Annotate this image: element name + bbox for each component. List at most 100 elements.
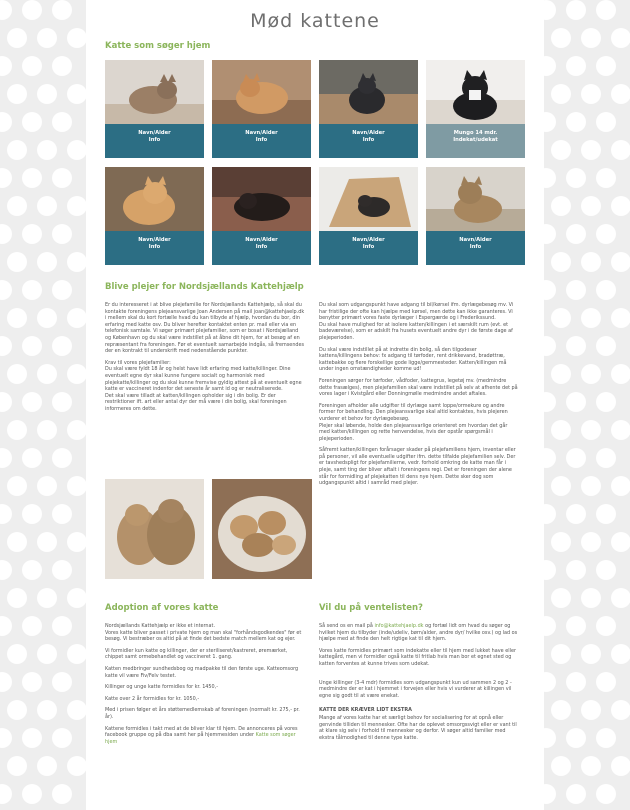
- background-pattern-shape: [551, 308, 571, 328]
- cat-card[interactable]: Navn/Alder Info: [212, 60, 311, 158]
- waitlist-column: Så send os en mail på info@kattehjaelp.d…: [319, 623, 519, 746]
- background-pattern-shape: [544, 56, 556, 76]
- left-background-pattern: [0, 0, 86, 810]
- background-pattern-shape: [7, 476, 27, 496]
- background-pattern-shape: [22, 0, 42, 20]
- background-pattern-shape: [566, 280, 586, 300]
- adoption-paragraph: Med i prisen følger et års støttemedlems…: [105, 707, 300, 720]
- background-pattern-shape: [611, 196, 630, 216]
- background-pattern-shape: [67, 756, 86, 776]
- background-pattern-shape: [0, 0, 12, 20]
- background-pattern-shape: [581, 140, 601, 160]
- background-pattern-shape: [52, 280, 72, 300]
- background-pattern-shape: [37, 28, 57, 48]
- background-pattern-shape: [52, 392, 72, 412]
- background-pattern-shape: [596, 112, 616, 132]
- background-pattern-shape: [566, 336, 586, 356]
- background-pattern-shape: [22, 672, 42, 692]
- background-pattern-shape: [67, 196, 86, 216]
- background-pattern-shape: [596, 56, 616, 76]
- cat-card[interactable]: Navn/Alder Info: [426, 167, 525, 265]
- background-pattern-shape: [22, 560, 42, 580]
- page-title: Mød kattene: [250, 10, 380, 32]
- background-pattern-shape: [0, 616, 12, 636]
- background-pattern-shape: [551, 28, 571, 48]
- cat-card[interactable]: Navn/Alder Info: [212, 167, 311, 265]
- background-pattern-shape: [566, 616, 586, 636]
- background-pattern-shape: [551, 532, 571, 552]
- background-pattern-shape: [581, 700, 601, 720]
- foster-paragraph: Foreningen afholder alle udgifter til dy…: [319, 402, 508, 442]
- background-pattern-shape: [611, 140, 630, 160]
- background-pattern-shape: [37, 364, 57, 384]
- background-pattern-shape: [596, 672, 616, 692]
- background-pattern-shape: [67, 28, 86, 48]
- background-pattern-shape: [596, 448, 616, 468]
- background-pattern-shape: [611, 700, 630, 720]
- background-pattern-shape: [0, 560, 12, 580]
- background-pattern-shape: [596, 616, 616, 636]
- email-link[interactable]: info@kattehjaelp.dk: [374, 623, 423, 629]
- background-pattern-shape: [566, 504, 586, 524]
- background-pattern-shape: [596, 280, 616, 300]
- background-pattern-shape: [611, 308, 630, 328]
- cat-name-age: Navn/Alder: [138, 130, 171, 136]
- cat-card[interactable]: Navn/Alder Info: [319, 60, 418, 158]
- section-title-cats: Katte som søger hjem: [105, 41, 211, 51]
- background-pattern-shape: [0, 56, 12, 76]
- cat-photo: [319, 167, 418, 231]
- background-pattern-shape: [581, 196, 601, 216]
- background-pattern-shape: [37, 420, 57, 440]
- background-pattern-shape: [551, 196, 571, 216]
- background-pattern-shape: [7, 308, 27, 328]
- cat-info: Info: [362, 137, 375, 143]
- background-pattern-shape: [7, 140, 27, 160]
- background-pattern-shape: [22, 168, 42, 188]
- background-pattern-shape: [67, 588, 86, 608]
- content-page: Mød kattene Katte som søger hjem Navn/Al…: [86, 0, 544, 810]
- background-pattern-shape: [544, 392, 556, 412]
- background-pattern-shape: [611, 756, 630, 776]
- background-pattern-shape: [581, 756, 601, 776]
- cat-info: Indekat/udekat: [453, 137, 498, 143]
- foster-paragraph: Du skal som udgangspunkt have adgang til…: [319, 302, 514, 341]
- background-pattern-shape: [0, 504, 12, 524]
- background-pattern-shape: [67, 308, 86, 328]
- background-pattern-shape: [52, 224, 72, 244]
- kittens-photo: [105, 479, 204, 579]
- cat-name-age: Navn/Alder: [352, 130, 385, 136]
- background-pattern-shape: [566, 728, 586, 748]
- cat-card[interactable]: Navn/Alder Info: [105, 167, 204, 265]
- background-pattern-shape: [52, 56, 72, 76]
- adoption-paragraph: Nordsjællands Kattehjælp er ikke et inte…: [105, 623, 302, 643]
- background-pattern-shape: [22, 784, 42, 804]
- background-pattern-shape: [67, 644, 86, 664]
- cat-photo: [212, 60, 311, 124]
- cat-info: Info: [255, 244, 268, 250]
- cat-name-age: Navn/Alder: [459, 237, 492, 243]
- background-pattern-shape: [551, 420, 571, 440]
- background-pattern-shape: [544, 168, 556, 188]
- background-pattern-shape: [551, 252, 571, 272]
- cat-name-age: Mungo 14 mdr.: [453, 130, 498, 136]
- background-pattern-shape: [0, 280, 12, 300]
- background-pattern-shape: [611, 84, 630, 104]
- background-pattern-shape: [7, 644, 27, 664]
- background-pattern-shape: [22, 336, 42, 356]
- background-pattern-shape: [0, 448, 12, 468]
- background-pattern-shape: [22, 56, 42, 76]
- background-pattern-shape: [551, 476, 571, 496]
- background-pattern-shape: [544, 672, 556, 692]
- background-pattern-shape: [581, 588, 601, 608]
- background-pattern-shape: [596, 728, 616, 748]
- cat-card[interactable]: Navn/Alder Info: [319, 167, 418, 265]
- background-pattern-shape: [611, 476, 630, 496]
- cat-card[interactable]: Navn/Alder Info: [105, 60, 204, 158]
- cat-name-age: Navn/Alder: [245, 237, 278, 243]
- cat-card[interactable]: Mungo 14 mdr. Indekat/udekat: [426, 60, 525, 158]
- background-pattern-shape: [22, 448, 42, 468]
- background-pattern-shape: [581, 644, 601, 664]
- background-pattern-shape: [67, 476, 86, 496]
- waitlist-intro: Så send os en mail på: [319, 623, 373, 629]
- background-pattern-shape: [581, 84, 601, 104]
